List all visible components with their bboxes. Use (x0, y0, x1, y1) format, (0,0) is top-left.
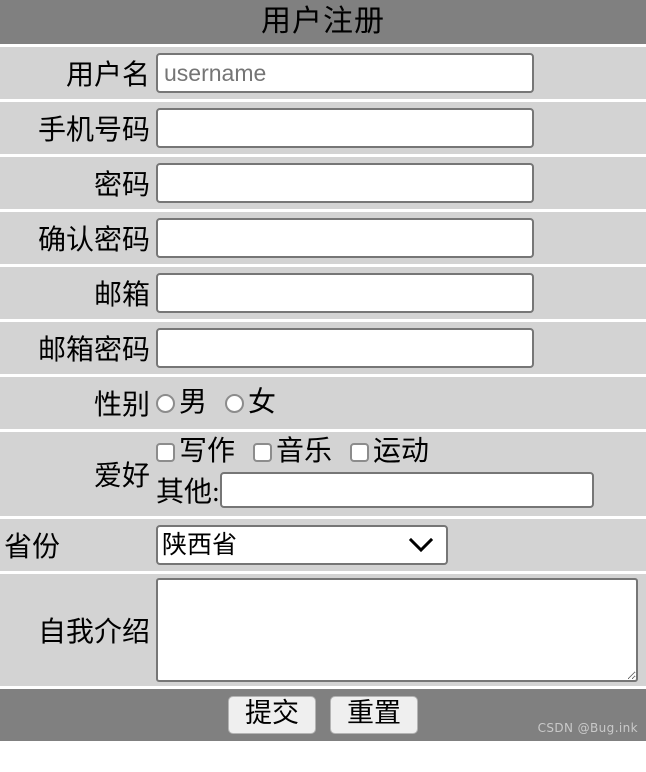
label-hobby: 爱好 (0, 429, 152, 516)
label-email: 邮箱 (0, 264, 152, 319)
gender-options: 男 女 (156, 389, 646, 417)
label-username: 用户名 (0, 44, 152, 99)
form-footer-cell: 提交 重置 CSDN @Bug.ink (0, 686, 646, 741)
gender-male-label: 男 (179, 387, 208, 418)
hobby-options: 写作 音乐 运动 (156, 438, 646, 466)
row-intro: 自我介绍 (0, 571, 646, 686)
submit-button[interactable]: 提交 (228, 696, 316, 734)
radio-icon[interactable] (156, 393, 175, 413)
cell-phone (152, 99, 646, 154)
checkbox-icon[interactable] (350, 442, 370, 462)
label-confirm-password: 确认密码 (0, 209, 152, 264)
checkbox-icon[interactable] (156, 442, 175, 462)
province-select-wrapper: 陕西省 (156, 525, 448, 565)
hobby-option-sports[interactable]: 运动 (350, 438, 429, 466)
row-email-password: 邮箱密码 (0, 319, 646, 374)
form-title-cell: 用户注册 (0, 0, 646, 44)
cell-email-password (152, 319, 646, 374)
label-email-password: 邮箱密码 (0, 319, 152, 374)
registration-form: 用户注册 用户名 手机号码 密码 确认密码 邮箱 邮 (0, 0, 646, 741)
gender-option-male[interactable]: 男 (156, 389, 207, 417)
cell-email (152, 264, 646, 319)
hobby-other-input[interactable] (219, 472, 594, 508)
row-username: 用户名 (0, 44, 646, 99)
intro-textarea[interactable] (156, 578, 638, 682)
cell-confirm-password (152, 209, 646, 264)
row-phone: 手机号码 (0, 99, 646, 154)
password-input[interactable] (156, 163, 534, 203)
hobby-music-label: 音乐 (276, 436, 333, 467)
label-phone: 手机号码 (0, 99, 152, 154)
checkbox-icon[interactable] (253, 442, 273, 462)
reset-button[interactable]: 重置 (330, 696, 418, 734)
hobby-option-music[interactable]: 音乐 (253, 438, 332, 466)
hobby-option-writing[interactable]: 写作 (156, 438, 235, 466)
hobby-other-line: 其他: (156, 470, 646, 510)
gender-female-label: 女 (248, 387, 277, 418)
label-gender: 性别 (0, 374, 152, 429)
phone-input[interactable] (156, 108, 534, 148)
cell-password (152, 154, 646, 209)
form-title-row: 用户注册 (0, 0, 646, 44)
row-email: 邮箱 (0, 264, 646, 319)
cell-province: 陕西省 (152, 516, 646, 571)
label-province: 省份 (0, 516, 152, 571)
email-input[interactable] (156, 273, 534, 313)
row-password: 密码 (0, 154, 646, 209)
hobby-sports-label: 运动 (373, 436, 430, 467)
hobby-wrapper: 写作 音乐 运动 其他: (156, 438, 646, 510)
radio-icon[interactable] (225, 393, 245, 413)
cell-username (152, 44, 646, 99)
page-title: 用户注册 (261, 5, 385, 38)
row-confirm-password: 确认密码 (0, 209, 646, 264)
cell-gender: 男 女 (152, 374, 646, 429)
cell-hobby: 写作 音乐 运动 其他: (152, 429, 646, 516)
email-password-input[interactable] (156, 328, 534, 368)
hobby-writing-label: 写作 (179, 436, 236, 467)
confirm-password-input[interactable] (156, 218, 534, 258)
row-gender: 性别 男 女 (0, 374, 646, 429)
province-select[interactable]: 陕西省 (156, 525, 448, 565)
label-password: 密码 (0, 154, 152, 209)
cell-intro (152, 571, 646, 686)
label-intro: 自我介绍 (0, 571, 152, 686)
form-footer-row: 提交 重置 CSDN @Bug.ink (0, 686, 646, 741)
gender-option-female[interactable]: 女 (225, 389, 276, 417)
username-input[interactable] (156, 53, 534, 93)
row-province: 省份 陕西省 (0, 516, 646, 571)
watermark-text: CSDN @Bug.ink (537, 721, 638, 735)
row-hobby: 爱好 写作 音乐 运动 其他: (0, 429, 646, 516)
hobby-other-label: 其他: (156, 477, 220, 508)
